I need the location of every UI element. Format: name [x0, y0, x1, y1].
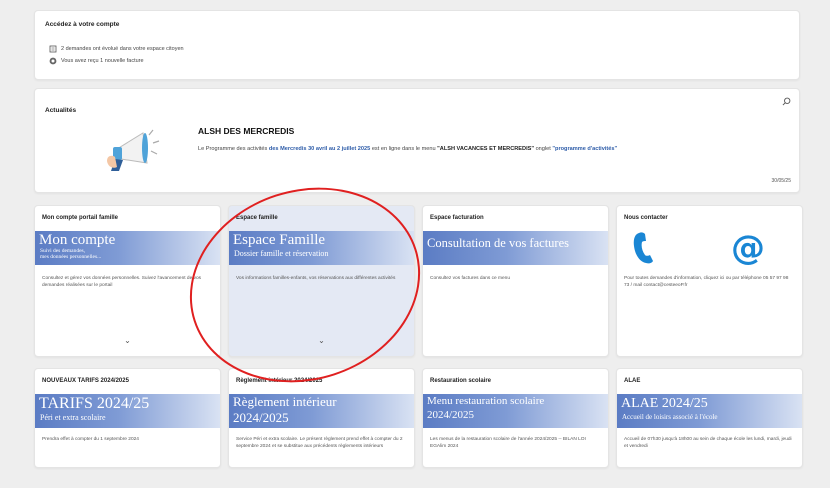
card-banner: Consultation de vos factures	[423, 231, 608, 265]
card-title: Mon compte portail famille	[42, 215, 119, 221]
banner-heading: Mon compte	[39, 232, 116, 248]
card-banner: ALAE 2024/25 Accueil de loisirs associé …	[617, 394, 802, 428]
card-banner: TARIFS 2024/25 Péri et extra scolaire	[35, 394, 220, 428]
card-description: Consultez et gérez vos données personnel…	[42, 276, 202, 288]
banner-heading: ALAE 2024/25	[621, 396, 708, 411]
banner-heading: TARIFS 2024/25	[39, 395, 150, 412]
card-description: Consultez vos factures dans ce menu	[430, 276, 510, 281]
demandes-text: 2 demandes ont évolué dans votre espace …	[61, 46, 184, 52]
card-title: Espace facturation	[430, 215, 484, 221]
card-restauration-scolaire[interactable]: Restauration scolaire Menu restauration …	[422, 368, 609, 468]
card-banner: Règlement intérieur 2024/2025	[229, 394, 414, 428]
demandes-notification[interactable]: 2 demandes ont évolué dans votre espace …	[49, 45, 184, 53]
card-banner: Menu restauration scolaire 2024/2025	[423, 394, 608, 428]
banner-subtitle-1: Péri et extra scolaire	[40, 413, 106, 422]
banner-subtitle-2: mes données personnelles...	[40, 254, 102, 260]
card-title: ALAE	[624, 378, 641, 384]
news-date: 30/05/25	[771, 178, 791, 184]
account-access-panel: Accédez à votre compte 2 demandes ont év…	[34, 10, 800, 80]
account-access-title: Accédez à votre compte	[45, 21, 120, 28]
card-description: Prendra effet à compter du 1 septembre 2…	[42, 437, 139, 442]
facture-text: Vous avez reçu 1 nouvelle facture	[61, 58, 144, 64]
news-tab-link[interactable]: "programme d'activités"	[552, 146, 617, 152]
card-reglement-interieur[interactable]: Règlement intérieur 2024/2025 Règlement …	[228, 368, 415, 468]
card-title: NOUVEAUX TARIFS 2024/2025	[42, 378, 129, 384]
news-panel: Actualités ALSH DES MERCREDIS Le Program…	[34, 88, 800, 193]
search-icon[interactable]	[782, 97, 791, 106]
banner-heading-1: Règlement intérieur	[233, 394, 337, 409]
card-title: Restauration scolaire	[430, 378, 492, 384]
invoice-icon	[49, 57, 57, 65]
card-alae[interactable]: ALAE ALAE 2024/25 Accueil de loisirs ass…	[616, 368, 803, 468]
news-text: Le Programme des activités des Mercredis…	[198, 146, 617, 152]
megaphone-icon	[107, 129, 160, 171]
banner-heading-1: Menu restauration scolaire	[427, 395, 545, 407]
card-nous-contacter[interactable]: Nous contacter @ Pour toutes demandes d'…	[616, 205, 803, 357]
card-nouveaux-tarifs[interactable]: NOUVEAUX TARIFS 2024/2025 TARIFS 2024/25…	[34, 368, 221, 468]
banner-heading: Consultation de vos factures	[427, 236, 569, 250]
contact-banner: @	[617, 231, 802, 265]
phone-icon	[633, 232, 653, 264]
news-text-start: Le Programme des activités	[198, 146, 269, 152]
chevron-down-icon[interactable]: ⌄	[124, 336, 131, 345]
document-icon	[49, 45, 57, 53]
news-text-middle: est en ligne dans le menu	[370, 146, 438, 152]
news-section-title: Actualités	[45, 107, 77, 114]
card-description: Les menus de la restauration scolaire de…	[430, 437, 586, 449]
card-description: Accueil de 07h30 jusqu'à 18h00 au sein d…	[624, 437, 792, 449]
at-sign-icon: @	[731, 231, 765, 265]
svg-text:@: @	[731, 231, 765, 265]
banner-subtitle-1: Accueil de loisirs associé à l'école	[622, 413, 718, 421]
facture-notification[interactable]: Vous avez reçu 1 nouvelle facture	[49, 57, 144, 65]
news-dates-link[interactable]: des Mercredis 30 avril au 2 juillet 2025	[269, 146, 370, 152]
banner-heading-2: 2024/2025	[233, 410, 289, 425]
card-espace-facturation[interactable]: Espace facturation Consultation de vos f…	[422, 205, 609, 357]
card-description: Pour toutes demandes d'information, cliq…	[624, 276, 789, 288]
card-banner: Mon compte Suivi des demandes, mes donné…	[35, 231, 220, 265]
news-menu-name: "ALSH VACANCES ET MERCREDIS"	[437, 146, 535, 152]
news-title: ALSH DES MERCREDIS	[198, 126, 295, 136]
news-text-middle2: onglet	[534, 146, 553, 152]
card-title: Nous contacter	[624, 215, 668, 221]
card-description: Service Péri et extra scolaire. Le prése…	[236, 437, 403, 449]
banner-heading-2: 2024/2025	[427, 409, 475, 421]
